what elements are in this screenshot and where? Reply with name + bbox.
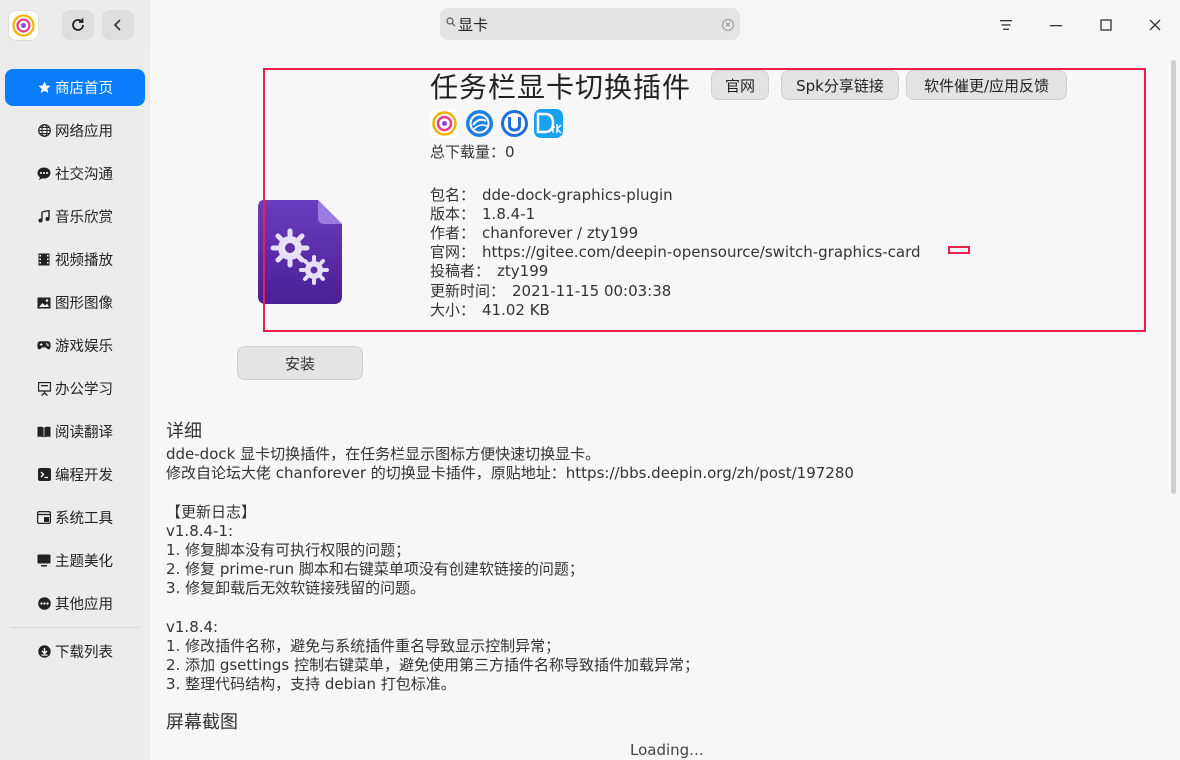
- sidebar-item-4[interactable]: 视频播放: [5, 241, 145, 278]
- sidebar-item-label: 办公学习: [55, 382, 113, 398]
- film-icon: [37, 253, 51, 267]
- music-icon: [37, 210, 51, 224]
- scrollbar[interactable]: [1171, 60, 1176, 494]
- book-icon: [37, 425, 51, 439]
- star-icon: [37, 81, 51, 95]
- screenshots-title: 屏幕截图: [166, 712, 238, 733]
- sidebar-item-label: 下载列表: [55, 645, 113, 661]
- details-line: [166, 599, 854, 618]
- details-line: 【更新日志】: [166, 502, 257, 521]
- sidebar-item-label: 音乐欣赏: [55, 210, 113, 226]
- sidebar-item-label: 视频播放: [55, 253, 113, 269]
- details-line: 2. 添加 gsettings 控制右键菜单，避免使用第三方插件名称导致插件加载…: [166, 656, 699, 675]
- details-line: 2. 修复 prime-run 脚本和右键菜单项没有创建软链接的问题；: [166, 560, 584, 579]
- sidebar-item-7[interactable]: 办公学习: [5, 370, 145, 407]
- highlight-marker: [948, 246, 970, 254]
- sidebar-item-label: 系统工具: [55, 511, 113, 527]
- highlight-box: [263, 68, 1146, 332]
- sidebar-item-12[interactable]: 其他应用: [5, 585, 145, 622]
- sidebar-item-2[interactable]: 社交沟通: [5, 155, 145, 192]
- details-title: 详细: [166, 421, 202, 442]
- sidebar-item-5[interactable]: 图形图像: [5, 284, 145, 321]
- sidebar-divider: [10, 627, 140, 628]
- search-box[interactable]: ×: [440, 8, 740, 40]
- details-text: dde-dock 显卡切换插件，在任务栏显示图标方便快速切换显卡。 修改自论坛大佬…: [166, 445, 854, 695]
- sidebar-item-6[interactable]: 游戏娱乐: [5, 327, 145, 364]
- details-line: v1.8.4-1:: [166, 521, 234, 540]
- back-icon: [113, 19, 121, 31]
- minimize-button[interactable]: [1045, 14, 1067, 36]
- clear-search-icon[interactable]: ×: [722, 19, 734, 31]
- maximize-icon: [1100, 19, 1112, 31]
- menu-button[interactable]: [995, 14, 1017, 36]
- sidebar-item-11[interactable]: 主题美化: [5, 542, 145, 579]
- close-icon: [1149, 19, 1161, 31]
- terminal-icon: [37, 468, 51, 482]
- details-line: 1. 修改插件名称，避免与系统插件重名导致显示控制异常；: [166, 637, 561, 655]
- screenshots-loading: Loading...: [630, 741, 704, 759]
- gamepad-icon: [37, 339, 51, 353]
- more-icon: [37, 597, 51, 611]
- image-icon: [37, 296, 51, 310]
- sidebar-item-label: 阅读翻译: [55, 425, 113, 441]
- sidebar-item-label: 其他应用: [55, 597, 113, 613]
- chat-icon: [37, 167, 51, 181]
- sidebar-item-label: 社交沟通: [55, 167, 113, 183]
- monitor-icon: [37, 554, 51, 568]
- sidebar-item-label: 游戏娱乐: [55, 339, 113, 355]
- app-logo: [8, 10, 39, 41]
- tool-icon: [37, 511, 51, 525]
- presentation-icon: [37, 381, 51, 396]
- sidebar-item-3[interactable]: 音乐欣赏: [5, 198, 145, 235]
- back-button[interactable]: [102, 10, 134, 40]
- refresh-icon: [72, 18, 84, 31]
- details-line: 1. 修复脚本没有可执行权限的问题；: [166, 541, 411, 559]
- sidebar-item-label: 编程开发: [55, 468, 113, 484]
- sidebar-item-label: 网络应用: [55, 124, 113, 140]
- sidebar-item-10[interactable]: 系统工具: [5, 499, 145, 536]
- maximize-button[interactable]: [1095, 14, 1117, 36]
- search-input[interactable]: [458, 13, 718, 35]
- sidebar-item-1[interactable]: 网络应用: [5, 112, 145, 149]
- download-icon: [37, 645, 51, 659]
- sidebar-item-label: 图形图像: [55, 296, 113, 312]
- sidebar: 商店首页网络应用社交沟通音乐欣赏视频播放图形图像游戏娱乐办公学习阅读翻译编程开发…: [0, 0, 150, 760]
- sidebar-item-0[interactable]: 商店首页: [5, 69, 145, 106]
- menu-icon: [1000, 20, 1012, 30]
- install-button[interactable]: 安装: [237, 346, 363, 380]
- details-line: [166, 483, 854, 502]
- sidebar-item-label: 商店首页: [55, 81, 113, 97]
- sidebar-item-8[interactable]: 阅读翻译: [5, 413, 145, 450]
- details-line: 修改自论坛大佬 chanforever 的切换显卡插件，原贴地址：https:/…: [166, 464, 854, 483]
- close-button[interactable]: [1144, 14, 1166, 36]
- sidebar-item-9[interactable]: 编程开发: [5, 456, 145, 493]
- refresh-button[interactable]: [62, 10, 94, 40]
- globe-icon: [37, 124, 51, 138]
- sidebar-item-label: 主题美化: [55, 554, 113, 570]
- details-line: v1.8.4:: [166, 617, 219, 636]
- sidebar-item-downloads[interactable]: 下载列表: [5, 633, 145, 670]
- details-line: 3. 修复卸载后无效软链接残留的问题。: [166, 579, 426, 598]
- details-line: dde-dock 显卡切换插件，在任务栏显示图标方便快速切换显卡。: [166, 445, 601, 463]
- details-line: 3. 整理代码结构，支持 debian 打包标准。: [166, 675, 456, 694]
- search-icon: [446, 17, 456, 27]
- minimize-icon: [1050, 25, 1062, 27]
